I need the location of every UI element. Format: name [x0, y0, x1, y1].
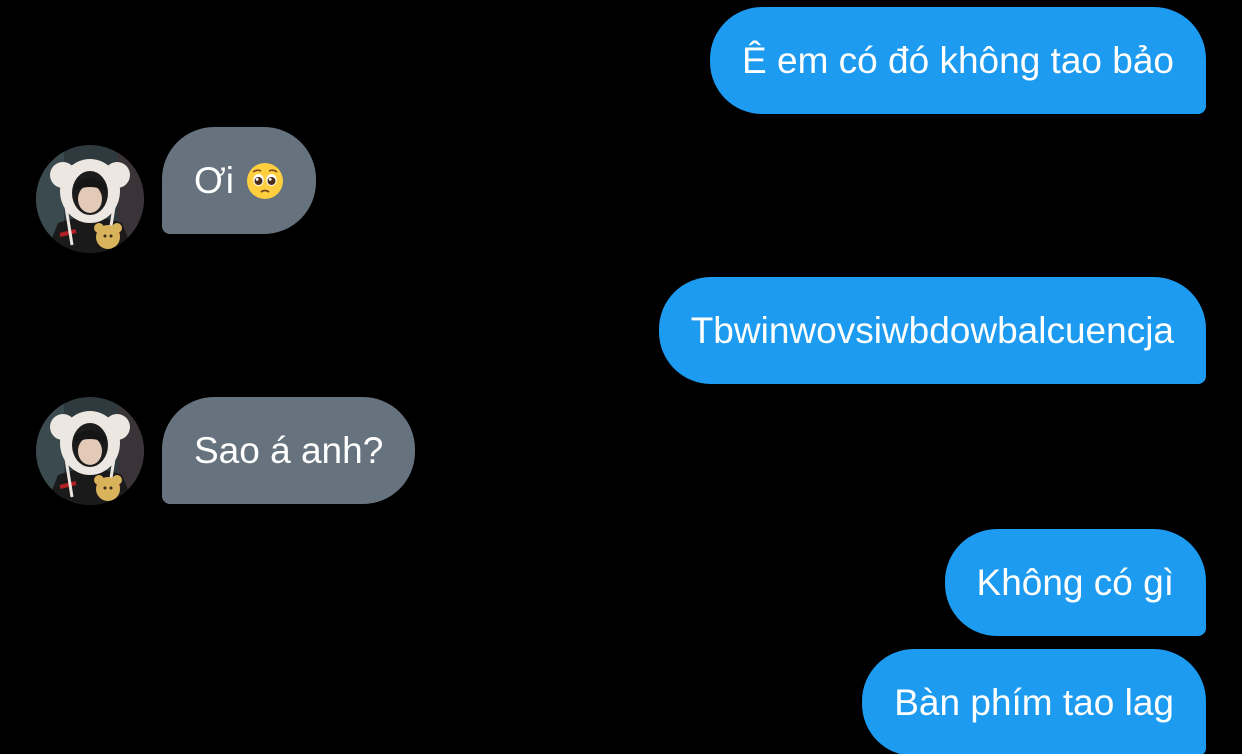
outgoing-message-bubble[interactable]: Bàn phím tao lag: [862, 649, 1206, 754]
message-text: Không có gì: [976, 561, 1174, 603]
message-text: Ơi: [194, 159, 234, 201]
incoming-message-bubble[interactable]: Sao á anh?: [162, 397, 416, 504]
incoming-message-bubble[interactable]: Ơi: [162, 127, 316, 234]
contact-avatar[interactable]: [36, 397, 144, 505]
message-text: Sao á anh?: [194, 429, 384, 471]
outgoing-message-bubble[interactable]: Ê em có đó không tao bảo: [710, 7, 1206, 114]
contact-avatar[interactable]: [36, 145, 144, 253]
message-text: Ê em có đó không tao bảo: [742, 39, 1174, 81]
pleading-face-emoji-icon: [246, 162, 284, 200]
outgoing-message-bubble[interactable]: Tbwinwovsiwbdowbalcuencja: [658, 277, 1206, 384]
avatar-image: [36, 397, 144, 505]
chat-thread: Ê em có đó không tao bảo Ơi Tbwinwovsiwb…: [0, 0, 1242, 754]
message-text: Bàn phím tao lag: [894, 681, 1174, 723]
outgoing-message-bubble[interactable]: Không có gì: [944, 529, 1206, 636]
message-text: Tbwinwovsiwbdowbalcuencja: [690, 309, 1174, 351]
avatar-image: [36, 145, 144, 253]
